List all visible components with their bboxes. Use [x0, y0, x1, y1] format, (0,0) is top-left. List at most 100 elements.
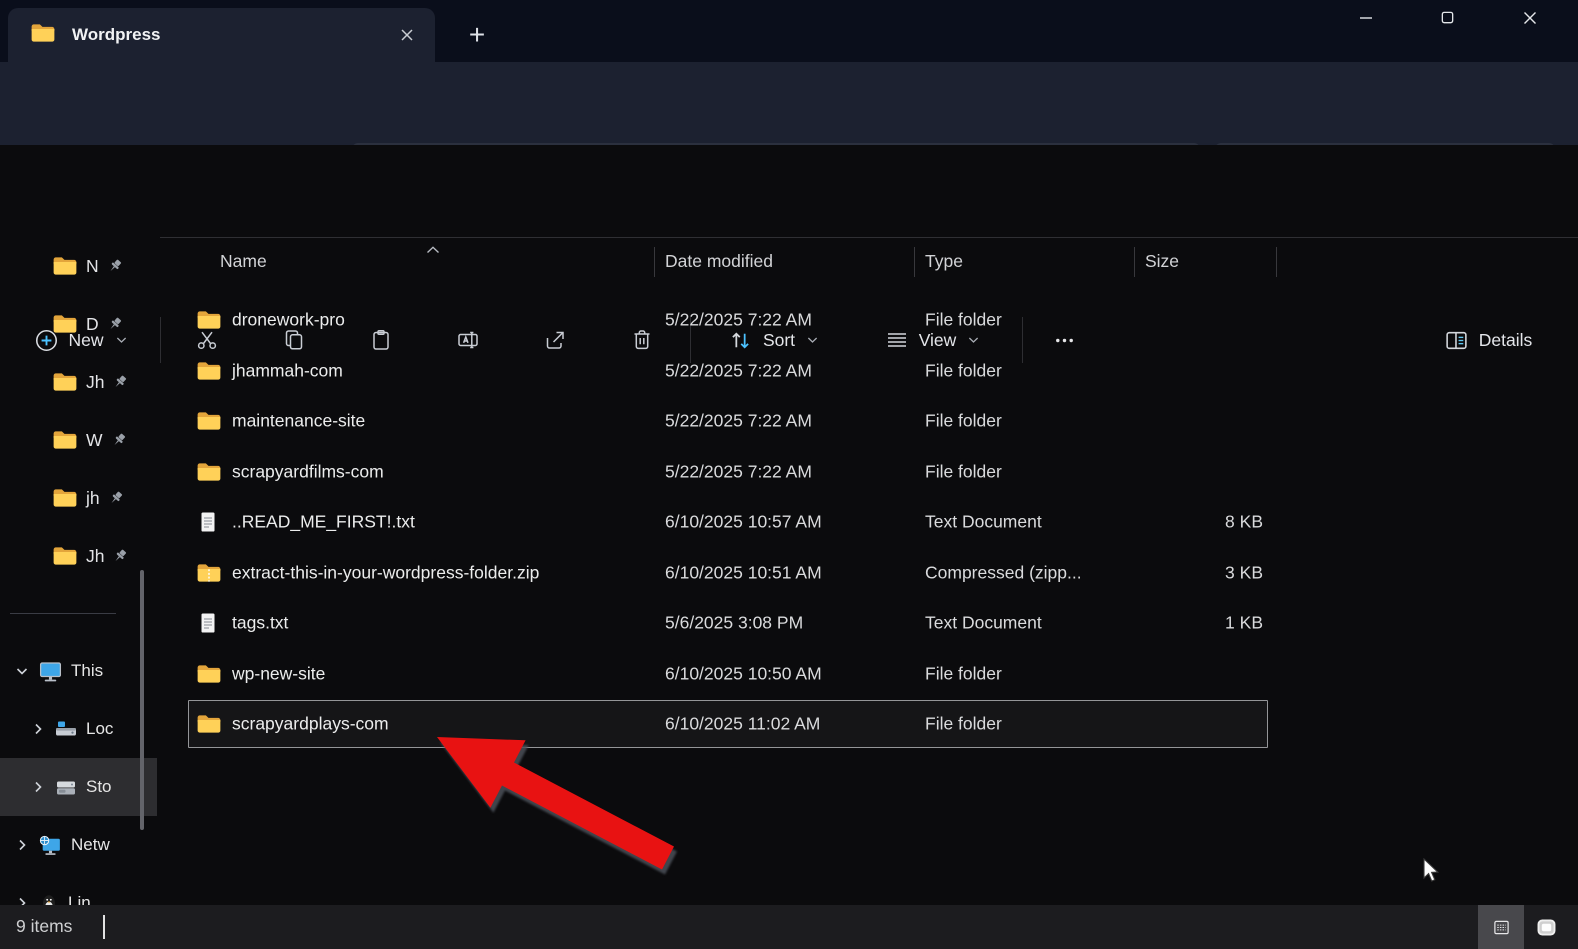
- main-area: N D Jh Wjh Jh This Loc Sto Netw Lin Name Date mo…: [0, 237, 1578, 905]
- column-header-size[interactable]: Size: [1145, 251, 1179, 272]
- file-date-modified: 6/10/2025 10:57 AM: [665, 511, 822, 532]
- file-date-modified: 6/10/2025 10:51 AM: [665, 562, 822, 583]
- tab-close-icon[interactable]: [391, 19, 423, 51]
- folder-icon: [30, 20, 56, 51]
- status-bar: 9 items: [0, 905, 1578, 949]
- column-header-type[interactable]: Type: [925, 251, 963, 272]
- sidebar-divider: [10, 613, 116, 614]
- this-pc-icon: [38, 659, 63, 684]
- file-date-modified: 5/22/2025 7:22 AM: [665, 309, 812, 330]
- sidebar-item-loc[interactable]: Loc: [0, 700, 160, 758]
- sidebar-pinned-folder[interactable]: Jh: [0, 527, 160, 585]
- pin-icon: [112, 374, 128, 390]
- sidebar-item-lin[interactable]: Lin: [0, 874, 160, 905]
- sidebar-item-label: D: [86, 313, 99, 334]
- table-row[interactable]: scrapyardfilms-com 5/22/2025 7:22 AM File …: [160, 447, 1578, 498]
- sidebar-item-label: N: [86, 255, 99, 276]
- pin-icon: [107, 258, 123, 274]
- file-type: File folder: [925, 713, 1002, 734]
- text-file-icon: [196, 510, 220, 534]
- file-name: scrapyardfilms-com: [232, 461, 384, 482]
- details-view-toggle[interactable]: [1478, 905, 1524, 949]
- sidebar: N D Jh Wjh Jh This Loc Sto Netw Lin: [0, 237, 160, 905]
- file-date-modified: 5/6/2025 3:08 PM: [665, 612, 804, 633]
- sidebar-scrollbar[interactable]: [140, 570, 144, 830]
- network-icon: [38, 833, 63, 858]
- column-divider[interactable]: [1276, 247, 1277, 277]
- sidebar-item-label: Netw: [71, 835, 110, 854]
- chevron-right-icon: [30, 779, 46, 795]
- window-maximize-button[interactable]: [1419, 0, 1475, 40]
- file-size: 8 KB: [1225, 511, 1263, 532]
- status-divider: [103, 915, 105, 939]
- chevron-right-icon: [30, 721, 46, 737]
- tab-strip: Wordpress +: [0, 0, 1578, 62]
- file-list: Name Date modified Type Size dronework-p…: [160, 237, 1578, 905]
- storage-drive-icon: [54, 775, 78, 799]
- column-header-name[interactable]: Name: [220, 251, 267, 272]
- local-disk-icon: [54, 717, 78, 741]
- column-divider[interactable]: [914, 247, 915, 277]
- table-row[interactable]: tags.txt 5/6/2025 3:08 PM Text Document 1 K…: [160, 598, 1578, 649]
- explorer-tab[interactable]: Wordpress: [8, 8, 435, 62]
- sidebar-pinned-folder[interactable]: W: [0, 411, 160, 469]
- new-tab-button[interactable]: +: [456, 16, 498, 54]
- sidebar-item-label: Sto: [86, 777, 112, 796]
- table-row[interactable]: jhammah-com 5/22/2025 7:22 AM File folder: [160, 346, 1578, 397]
- table-row[interactable]: maintenance-site 5/22/2025 7:22 AM File fo…: [160, 396, 1578, 447]
- pin-icon: [108, 490, 124, 506]
- sidebar-item-netw[interactable]: Netw: [0, 816, 160, 874]
- sidebar-pinned-folder[interactable]: D: [0, 295, 160, 353]
- folder-icon: [52, 311, 78, 337]
- folder-icon: [196, 459, 222, 485]
- file-name: dronework-pro: [232, 309, 345, 330]
- pin-icon: [111, 432, 127, 448]
- table-row[interactable]: extract-this-in-your-wordpress-folder.zi…: [160, 548, 1578, 599]
- table-row[interactable]: scrapyardplays-com 6/10/2025 11:02 AM File…: [160, 699, 1578, 750]
- sidebar-item-label: jh: [86, 487, 100, 508]
- table-row[interactable]: wp-new-site 6/10/2025 10:50 AM File folder: [160, 649, 1578, 700]
- chevron-down-icon: [14, 663, 30, 679]
- file-type: File folder: [925, 663, 1002, 684]
- folder-icon: [52, 369, 78, 395]
- folder-icon: [52, 427, 78, 453]
- folder-icon: [52, 253, 78, 279]
- sidebar-item-this[interactable]: This: [0, 642, 160, 700]
- column-header-date-modified[interactable]: Date modified: [665, 251, 773, 272]
- sidebar-pinned-folder[interactable]: jh: [0, 469, 160, 527]
- file-type: Text Document: [925, 511, 1042, 532]
- sidebar-item-label: Jh: [86, 371, 105, 392]
- file-date-modified: 5/22/2025 7:22 AM: [665, 360, 812, 381]
- sidebar-pinned-folder[interactable]: Jh: [0, 353, 160, 411]
- pin-icon: [107, 316, 123, 332]
- sidebar-item-label: W: [86, 429, 103, 450]
- file-date-modified: 5/22/2025 7:22 AM: [665, 410, 812, 431]
- table-row[interactable]: dronework-pro 5/22/2025 7:22 AM File folde…: [160, 295, 1578, 346]
- navigation-bar: Storage space (S:)DataWordpress Search W…: [0, 62, 1578, 195]
- column-divider[interactable]: [654, 247, 655, 277]
- chevron-right-icon: [14, 895, 30, 905]
- file-size: 1 KB: [1225, 612, 1263, 633]
- file-name: jhammah-com: [232, 360, 343, 381]
- sidebar-pinned-folder[interactable]: N: [0, 237, 160, 295]
- sidebar-item-sto[interactable]: Sto: [0, 758, 157, 816]
- window-close-button[interactable]: [1502, 0, 1558, 40]
- sidebar-item-label: Loc: [86, 719, 114, 738]
- file-date-modified: 6/10/2025 10:50 AM: [665, 663, 822, 684]
- table-row[interactable]: ..READ_ME_FIRST!.txt 6/10/2025 10:57 AM Te…: [160, 497, 1578, 548]
- tab-title: Wordpress: [72, 25, 161, 44]
- file-name: tags.txt: [232, 612, 289, 633]
- thumbnail-view-toggle[interactable]: [1526, 905, 1566, 949]
- text-file-icon: [196, 611, 220, 635]
- file-name: maintenance-site: [232, 410, 366, 431]
- command-toolbar: New Sort View Details: [0, 145, 1578, 363]
- linux-icon: [38, 892, 60, 905]
- window-minimize-button[interactable]: [1338, 0, 1394, 40]
- folder-icon: [52, 543, 78, 569]
- file-type: File folder: [925, 309, 1002, 330]
- column-divider[interactable]: [1134, 247, 1135, 277]
- file-date-modified: 6/10/2025 11:02 AM: [665, 713, 821, 734]
- file-size: 3 KB: [1225, 562, 1263, 583]
- close-icon: [1522, 10, 1538, 31]
- column-header-row: Name Date modified Type Size: [160, 238, 1578, 286]
